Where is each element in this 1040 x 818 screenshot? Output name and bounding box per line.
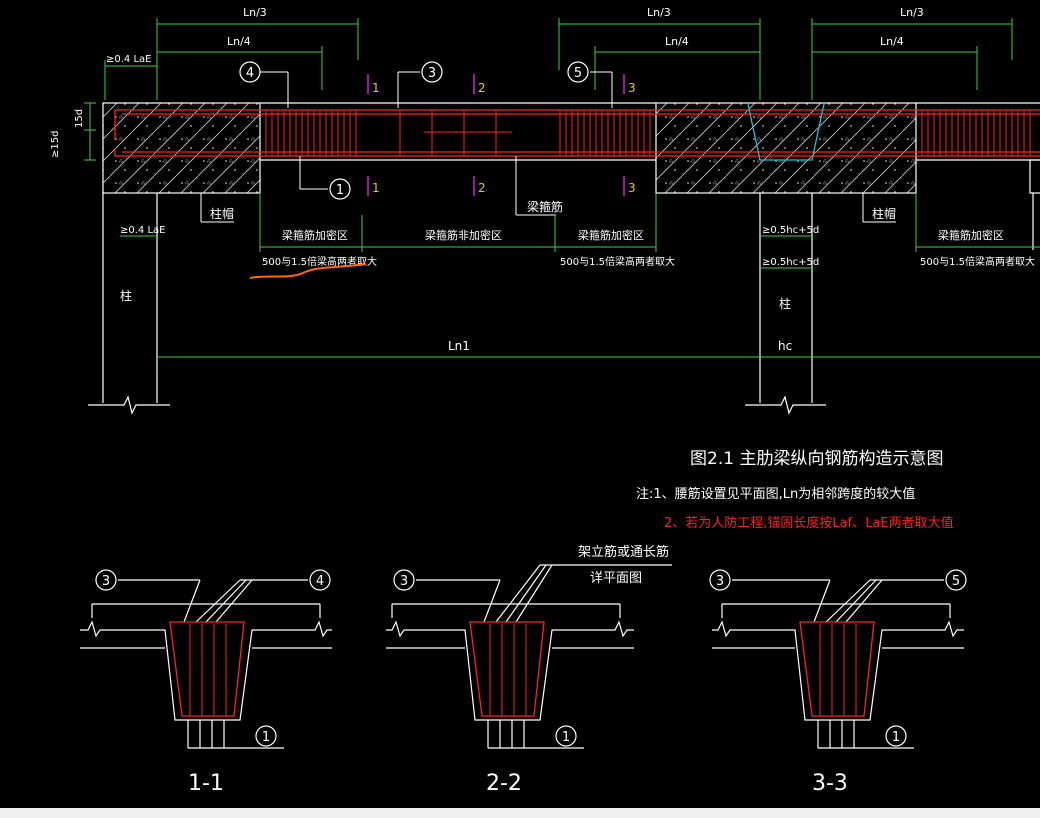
- callout-1: 1: [336, 183, 344, 198]
- callout-3: 3: [428, 66, 436, 81]
- dim-lae-column: ≥0.4 LaE: [120, 225, 165, 236]
- figure-title: 图2.1 主肋梁纵向钢筋构造示意图: [690, 449, 943, 469]
- section-mark-3-top: 3: [628, 81, 636, 95]
- columns: [88, 193, 1034, 415]
- section-mark-3-bot: 3: [628, 181, 636, 195]
- s2-callout-bottom: 1: [562, 730, 570, 745]
- section-1-1: 3 4 1 1-1: [80, 569, 332, 796]
- dim-hc5d-b: ≥0.5hc+5d: [762, 257, 819, 268]
- callout-5: 5: [574, 66, 582, 81]
- section-name-1-1: 1-1: [188, 771, 224, 796]
- label-zone-length-right: 500与1.5倍梁高两者取大: [920, 255, 1035, 268]
- dim-ln3-left: Ln/3: [243, 6, 267, 19]
- s3-callout-left: 3: [716, 574, 724, 589]
- cad-drawing-canvas: Ln/3 Ln/4 ≥0.4 LaE Ln/3 Ln/4 Ln/3 Ln/4 1…: [0, 0, 1040, 808]
- callout-4: 4: [246, 66, 254, 81]
- frame-bar-label-2: 详平面图: [590, 571, 642, 586]
- section-3-3: 3 5 1 3-3: [709, 569, 967, 796]
- s1-callout-right: 4: [316, 574, 324, 589]
- section-mark-2-top: 2: [478, 81, 486, 95]
- s3-callout-bottom: 1: [892, 730, 900, 745]
- section-name-3-3: 3-3: [812, 771, 848, 796]
- beam-rebar-diagram: Ln/3 Ln/4 ≥0.4 LaE Ln/3 Ln/4 Ln/3 Ln/4 1…: [50, 6, 1040, 796]
- note-1: 注:1、腰筋设置见平面图,Ln为相邻跨度的较大值: [636, 486, 915, 502]
- frame-bar-label-1: 架立筋或通长筋: [578, 544, 669, 560]
- section-mark-2-bot: 2: [478, 181, 486, 195]
- note-2: 2、若为人防工程,锚固长度按Laf、LaE两者取大值: [664, 515, 954, 531]
- elevation-callouts: [239, 61, 589, 200]
- status-strip: [0, 808, 1040, 818]
- label-zone-dense-left: 梁箍筋加密区: [282, 228, 348, 242]
- section-name-2-2: 2-2: [486, 771, 522, 796]
- label-column-cap-right: 柱帽: [872, 206, 896, 221]
- section-mark-1-top: 1: [372, 81, 380, 95]
- dim-hc: hc: [778, 339, 792, 353]
- label-zone-dense-mid: 梁箍筋加密区: [578, 228, 644, 242]
- label-column-right: 柱: [779, 296, 791, 311]
- dim-ln3-right: Ln/3: [900, 6, 924, 19]
- dim-15d-a: 15d: [74, 109, 85, 128]
- section-mark-1-bot: 1: [372, 181, 380, 195]
- dim-lae-left: ≥0.4 LaE: [106, 54, 151, 65]
- s3-callout-right: 5: [952, 574, 960, 589]
- label-zone-dense-right: 梁箍筋加密区: [938, 228, 1004, 242]
- section-2-2: 3 1 架立筋或通长筋 详平面图 2-2: [386, 544, 672, 796]
- zone-text: 柱帽 柱帽 梁箍筋 梁箍筋加密区 梁箍筋非加密区 梁箍筋加密区 梁箍筋加密区 5…: [120, 199, 1035, 353]
- s1-callout-left: 3: [102, 574, 110, 589]
- s1-callout-bottom: 1: [262, 730, 270, 745]
- dim-ln3-mid: Ln/3: [647, 6, 671, 19]
- dim-ln1: Ln1: [448, 339, 470, 353]
- label-stirrup: 梁箍筋: [527, 199, 563, 214]
- dim-15d-b: ≥15d: [50, 131, 61, 158]
- dim-ln4-right: Ln/4: [880, 35, 904, 48]
- label-column-cap-left: 柱帽: [210, 206, 234, 221]
- label-zone-length-mid: 500与1.5倍梁高两者取大: [560, 255, 675, 268]
- dim-ln4-left: Ln/4: [227, 35, 251, 48]
- label-column-left: 柱: [120, 288, 132, 303]
- dim-hc5d-a: ≥0.5hc+5d: [762, 225, 819, 236]
- column-caps: [102, 102, 917, 194]
- s2-callout-left: 3: [400, 574, 408, 589]
- label-zone-length-left: 500与1.5倍梁高两者取大: [262, 255, 377, 268]
- label-zone-normal: 梁箍筋非加密区: [425, 228, 502, 242]
- zone-dimensions: [120, 193, 1040, 358]
- dim-ln4-mid: Ln/4: [665, 35, 689, 48]
